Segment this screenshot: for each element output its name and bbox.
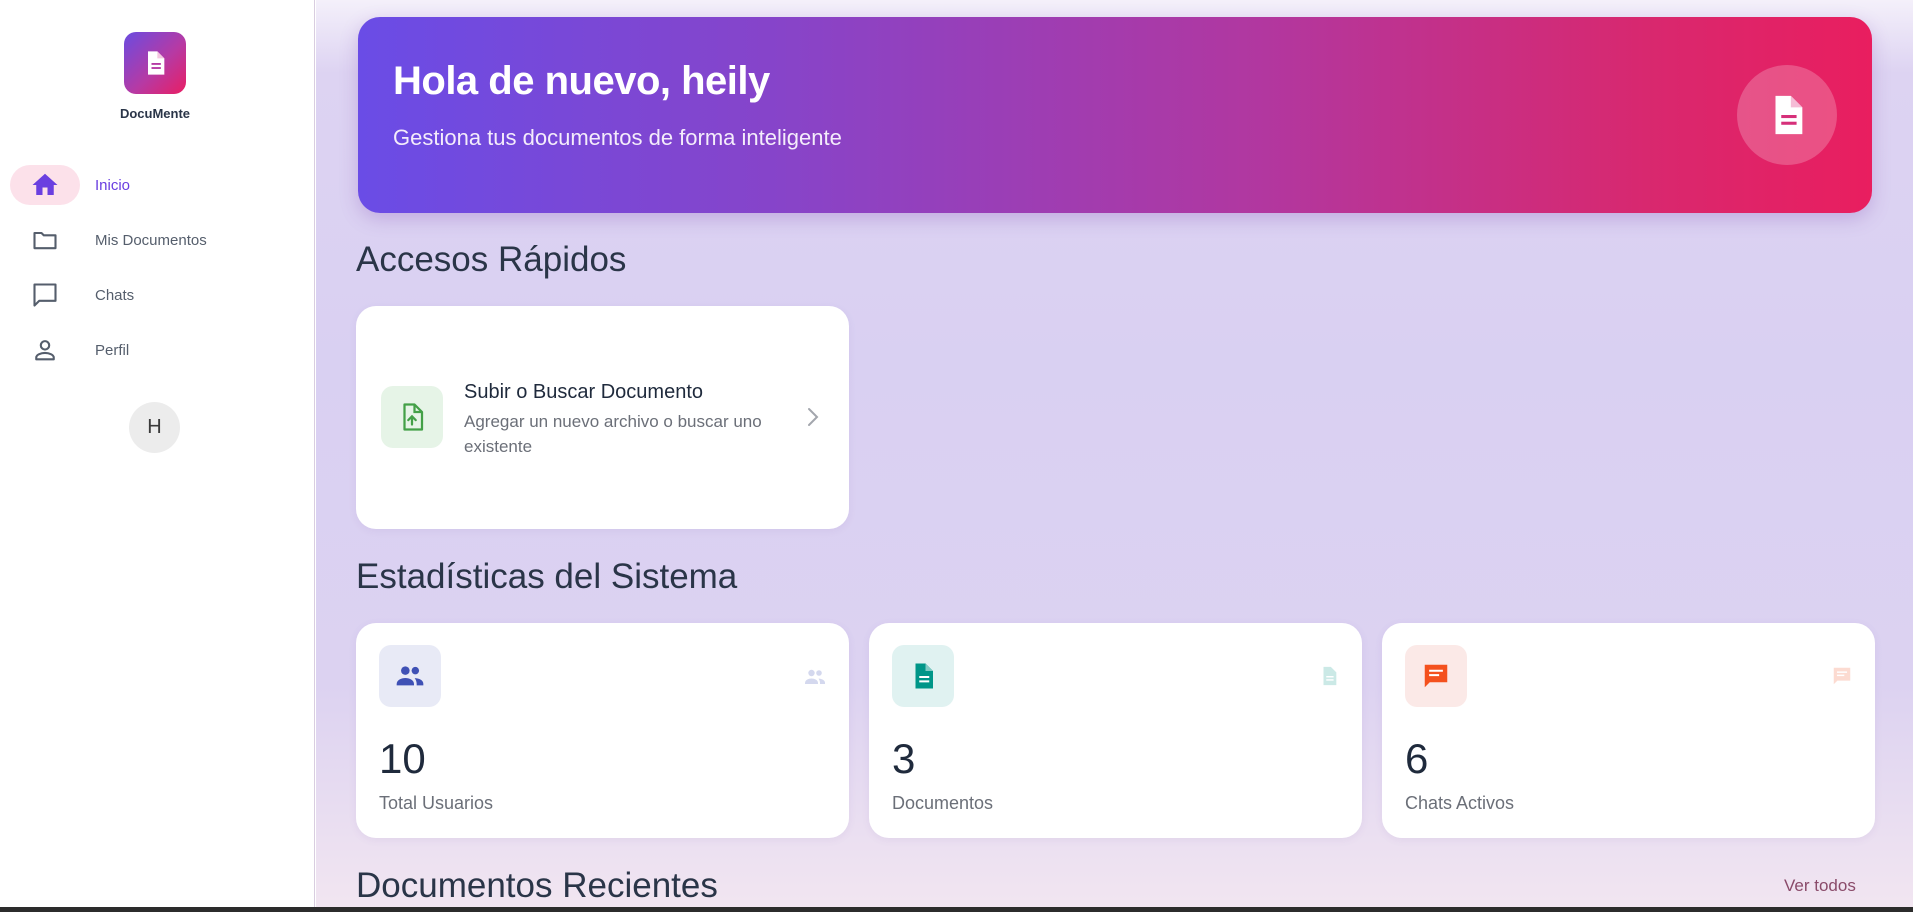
sidebar: DocuMente Inicio Mis Documentos Chats Pe… [0, 0, 315, 912]
sidebar-item-label: Perfil [95, 341, 130, 359]
welcome-banner: Hola de nuevo, heily Gestiona tus docume… [358, 17, 1872, 213]
upload-search-card[interactable]: Subir o Buscar Documento Agregar un nuev… [356, 306, 849, 529]
sidebar-item-label: Inicio [95, 176, 131, 194]
sidebar-item-mis-documentos[interactable]: Mis Documentos [10, 219, 310, 261]
users-icon [805, 669, 825, 684]
file-upload-icon [403, 403, 424, 431]
folder-icon [33, 231, 57, 250]
stat-value: 6 [1405, 735, 1429, 782]
sidebar-item-label: Chats [95, 286, 135, 304]
recent-documents-title: Documentos Recientes [356, 866, 718, 905]
avatar[interactable]: H [129, 402, 180, 453]
stat-value: 3 [892, 735, 916, 782]
document-icon [148, 51, 165, 75]
sidebar-item-label: Mis Documentos [95, 231, 207, 249]
stat-value: 10 [379, 735, 426, 782]
welcome-title: Hola de nuevo, heily [393, 59, 770, 103]
document-icon [915, 663, 933, 689]
person-icon [35, 340, 55, 361]
stat-label: Total Usuarios [379, 793, 494, 813]
see-all-link[interactable]: Ver todos [1784, 876, 1856, 896]
welcome-subtitle: Gestiona tus documentos de forma intelig… [393, 125, 842, 150]
chat-icon [1424, 664, 1448, 688]
document-icon [1323, 666, 1337, 686]
quick-access-title: Accesos Rápidos [356, 240, 627, 279]
stat-card-chats: 6 Chats Activos [1382, 623, 1875, 838]
chat-icon [33, 283, 57, 307]
quick-card-title: Subir o Buscar Documento [464, 381, 704, 403]
stat-label: Chats Activos [1405, 793, 1515, 813]
stat-card-users: 10 Total Usuarios [356, 623, 849, 838]
stat-label: Documentos [892, 793, 994, 813]
quick-card-description: Agregar un nuevo archivo o buscar uno ex… [464, 412, 762, 456]
chevron-right-icon [808, 408, 819, 426]
users-icon [396, 666, 424, 686]
banner-document-badge [1737, 65, 1837, 165]
sidebar-item-perfil[interactable]: Perfil [10, 329, 310, 371]
app-name: DocuMente [119, 106, 191, 121]
document-icon [1775, 95, 1803, 135]
app-logo[interactable] [124, 32, 186, 94]
sidebar-item-chats[interactable]: Chats [10, 274, 310, 316]
stats-title: Estadísticas del Sistema [356, 557, 738, 596]
stat-card-documents: 3 Documentos [869, 623, 1362, 838]
bottom-edge-bar [0, 907, 1913, 912]
home-icon [32, 173, 58, 195]
sidebar-item-inicio[interactable]: Inicio [10, 164, 310, 206]
chat-icon [1833, 667, 1851, 685]
main-content: Hola de nuevo, heily Gestiona tus docume… [316, 0, 1913, 912]
